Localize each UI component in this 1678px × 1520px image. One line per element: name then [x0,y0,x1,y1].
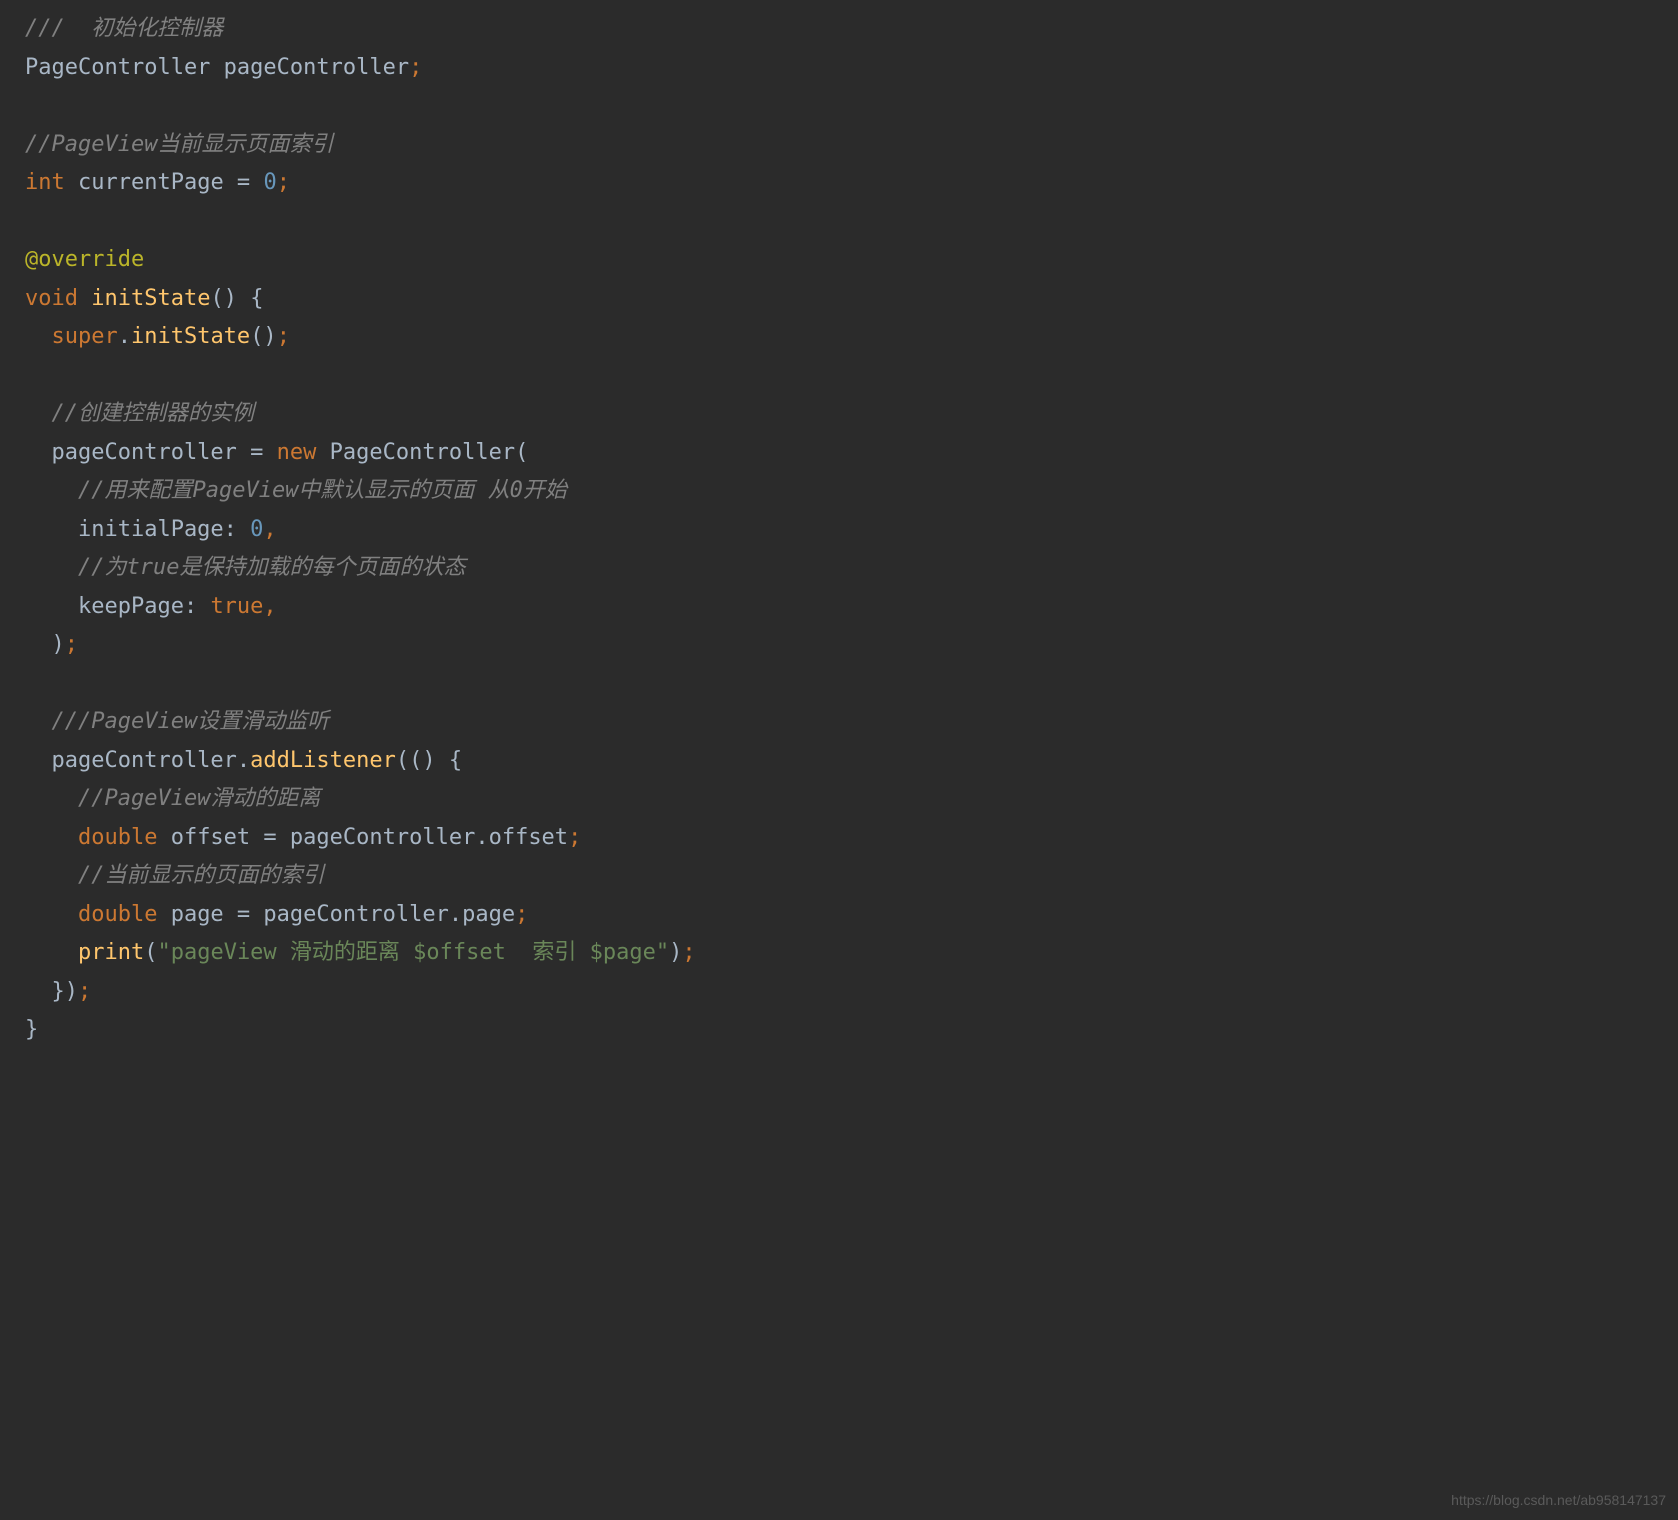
keyword-double: double [25,902,157,927]
lambda-close: }) [25,979,78,1004]
paren-close: ) [669,940,682,965]
semicolon: ; [682,940,695,965]
comment-line: //PageView当前显示页面索引 [25,132,333,157]
comment-line: //PageView滑动的距离 [25,786,320,811]
assignment: pageController = [25,440,277,465]
indent [25,940,78,965]
semicolon: ; [568,825,581,850]
number-literal: 0 [263,170,276,195]
named-param: initialPage: [25,517,250,542]
keyword-void: void [25,286,91,311]
assignment: page = pageController.page [157,902,515,927]
semicolon: ; [78,979,91,1004]
code-block: /// 初始化控制器 PageController pageController… [25,10,1653,1050]
comment-line: ///PageView设置滑动监听 [25,709,329,734]
paren-open: ( [144,940,157,965]
variable-name: currentPage = [65,170,264,195]
semicolon: ; [65,632,78,657]
comment-line: //当前显示的页面的索引 [25,863,324,888]
method-call: pageController. [25,748,250,773]
comment-line: //为true是保持加载的每个页面的状态 [25,555,465,580]
variable-name: pageController [210,55,409,80]
dot: . [118,324,131,349]
keyword-new: new [277,440,330,465]
watermark-text: https://blog.csdn.net/ab958147137 [1451,1488,1666,1513]
lambda-open: (() { [396,748,462,773]
type-name: PageController [25,55,210,80]
paren-open: ( [515,440,528,465]
comment-line: //用来配置PageView中默认显示的页面 从0开始 [25,478,567,503]
keyword-int: int [25,170,65,195]
semicolon: ; [277,170,290,195]
named-param: keepPage: [25,594,210,619]
brace-close: } [25,1017,38,1042]
comment-line: /// 初始化控制器 [25,16,223,41]
semicolon: ; [409,55,422,80]
parens: () [250,324,277,349]
comma: , [263,517,276,542]
method-name: addListener [250,748,396,773]
comment-line: //创建控制器的实例 [25,401,254,426]
semicolon: ; [277,324,290,349]
semicolon: ; [515,902,528,927]
keyword-true: true [210,594,263,619]
method-name: print [78,940,144,965]
number-literal: 0 [250,517,263,542]
keyword-double: double [25,825,157,850]
parens: () { [210,286,263,311]
assignment: offset = pageController.offset [157,825,568,850]
class-name: PageController [330,440,515,465]
method-name: initState [91,286,210,311]
string-literal: "pageView 滑动的距离 $offset 索引 $page" [157,940,669,965]
keyword-super: super [25,324,118,349]
method-name: initState [131,324,250,349]
paren-close: ) [25,632,65,657]
comma: , [263,594,276,619]
annotation: @override [25,247,144,272]
